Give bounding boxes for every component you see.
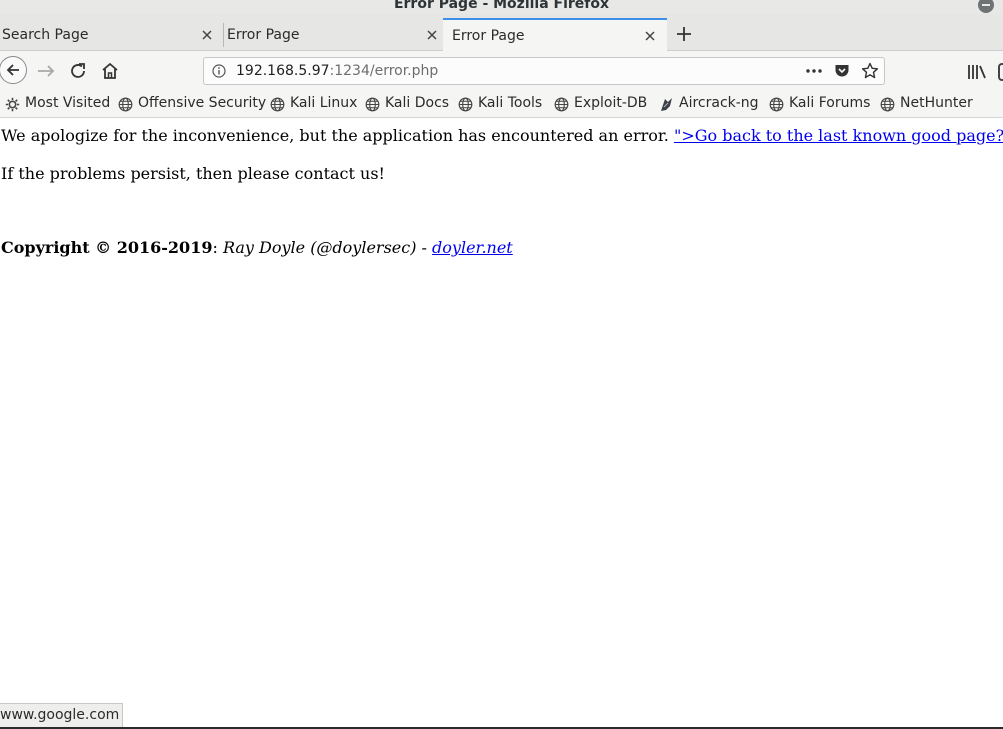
globe-icon bbox=[365, 97, 380, 112]
address-bar[interactable]: 192.168.5.97:1234/error.php bbox=[203, 57, 885, 85]
info-icon[interactable] bbox=[212, 64, 226, 78]
error-message: We apologize for the inconvenience, but … bbox=[1, 126, 669, 145]
tab-error-page[interactable]: Error Page bbox=[225, 19, 449, 51]
window-title: Error Page - Mozilla Firefox bbox=[393, 0, 610, 12]
contact-message: If the problems persist, then please con… bbox=[1, 164, 385, 183]
aircrack-icon bbox=[661, 98, 672, 111]
tab-label: Error Page bbox=[452, 28, 525, 44]
new-tab-icon[interactable] bbox=[675, 25, 693, 43]
copyright-footer: Copyright © 2016-2019: Ray Doyle (@doyle… bbox=[1, 238, 513, 257]
bookmark-star-icon[interactable] bbox=[861, 62, 879, 80]
bookmark-label: Kali Docs bbox=[385, 95, 450, 111]
close-tab-icon[interactable] bbox=[643, 29, 657, 43]
window-titlebar: Error Page - Mozilla Firefox bbox=[0, 0, 1003, 14]
bookmark-label: NetHunter bbox=[900, 95, 973, 111]
status-url-tooltip: www.google.com bbox=[0, 703, 124, 728]
bookmark-label: Kali Tools bbox=[478, 95, 543, 111]
library-icon[interactable] bbox=[967, 64, 989, 80]
globe-icon bbox=[880, 97, 895, 112]
forward-arrow-icon[interactable] bbox=[33, 58, 59, 84]
tab-separator bbox=[223, 23, 224, 47]
gear-icon bbox=[5, 97, 20, 112]
url-text[interactable]: 192.168.5.97:1234/error.php bbox=[236, 63, 438, 79]
tab-label: Search Page bbox=[2, 27, 89, 43]
copyright-separator: : bbox=[212, 238, 223, 257]
bookmark-label: Kali Linux bbox=[290, 95, 358, 111]
tab-label: Error Page bbox=[227, 27, 300, 43]
tab-error-page-active[interactable]: Error Page bbox=[443, 18, 667, 52]
url-host: 192.168.5.97 bbox=[236, 63, 330, 79]
bookmarks-toolbar: Most Visited Offensive Security Kali Lin… bbox=[0, 91, 1003, 118]
site-link[interactable]: doyler.net bbox=[432, 238, 513, 257]
pocket-icon[interactable] bbox=[834, 63, 850, 79]
more-actions-icon[interactable] bbox=[805, 64, 823, 78]
bookmark-label: Exploit-DB bbox=[574, 95, 648, 111]
tab-strip: Search Page Error Page Error Page bbox=[0, 14, 1003, 52]
tab-search-page[interactable]: Search Page bbox=[0, 19, 224, 51]
globe-icon bbox=[458, 97, 473, 112]
error-message-line: We apologize for the inconvenience, but … bbox=[1, 126, 1003, 145]
navigation-toolbar: 192.168.5.97:1234/error.php bbox=[0, 51, 1003, 91]
sidebar-icon[interactable] bbox=[998, 63, 1003, 81]
globe-icon bbox=[118, 97, 133, 112]
bookmark-label: Most Visited bbox=[25, 95, 111, 111]
back-link[interactable]: ">Go back to the last known good page? bbox=[674, 126, 1003, 145]
globe-icon bbox=[554, 97, 569, 112]
bookmark-label: Aircrack-ng bbox=[679, 95, 759, 111]
url-path: :1234/error.php bbox=[329, 63, 439, 79]
close-tab-icon[interactable] bbox=[425, 28, 439, 42]
author-text: Ray Doyle (@doylersec) - bbox=[222, 238, 433, 257]
bookmark-label: Kali Forums bbox=[789, 95, 871, 111]
close-tab-icon[interactable] bbox=[200, 28, 214, 42]
globe-icon bbox=[270, 97, 285, 112]
back-button[interactable] bbox=[0, 56, 27, 84]
globe-icon bbox=[769, 97, 784, 112]
reload-icon[interactable] bbox=[65, 58, 91, 84]
home-icon[interactable] bbox=[97, 58, 123, 84]
bookmark-label: Offensive Security bbox=[138, 95, 267, 111]
copyright-text: Copyright © 2016-2019 bbox=[1, 238, 213, 257]
back-arrow-icon bbox=[6, 64, 19, 76]
page-content: We apologize for the inconvenience, but … bbox=[0, 118, 1003, 729]
